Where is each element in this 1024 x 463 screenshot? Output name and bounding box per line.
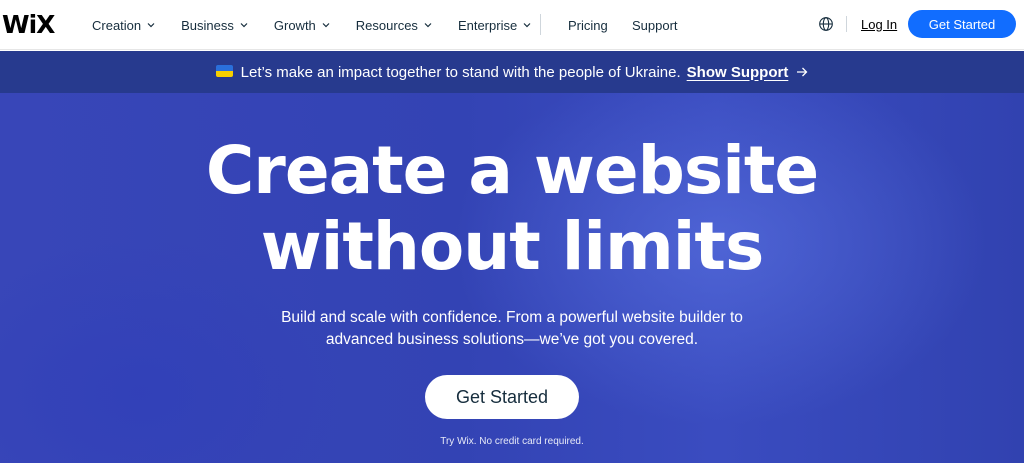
chevron-down-icon: [240, 23, 248, 28]
hero-title-line-2: without limits: [260, 208, 764, 285]
hero-subtitle-line-1: Build and scale with confidence. From a …: [281, 309, 743, 326]
nav-item-enterprise[interactable]: Enterprise: [458, 18, 532, 33]
hero-subtitle-line-2: advanced business solutions—we’ve got yo…: [325, 331, 699, 348]
nav-item-growth[interactable]: Growth: [274, 18, 331, 33]
wix-logo[interactable]: WiX: [2, 10, 55, 39]
top-navigation: WiX Creation Business Growth Resources E…: [0, 0, 1024, 50]
nav-link-support[interactable]: Support: [632, 0, 678, 50]
nav-item-business[interactable]: Business: [181, 18, 249, 33]
login-divider: [846, 16, 847, 32]
login-link[interactable]: Log In: [861, 0, 897, 48]
nav-link-pricing[interactable]: Pricing: [568, 0, 608, 50]
chevron-down-icon: [322, 23, 330, 28]
globe-icon[interactable]: [818, 16, 834, 32]
show-support-link[interactable]: Show Support: [687, 64, 789, 81]
ukraine-flag-icon: [215, 65, 233, 77]
arrow-right-icon[interactable]: [796, 66, 808, 78]
nav-item-label: Growth: [273, 17, 316, 33]
nav-item-creation[interactable]: Creation: [92, 18, 156, 33]
main-menu: Creation Business Growth Resources Enter…: [92, 0, 532, 50]
nav-item-label: Enterprise: [457, 17, 518, 33]
nav-item-label: Creation: [92, 17, 142, 33]
hero-section: Create a website without limits Build an…: [0, 93, 1024, 463]
hero-subtitle: Build and scale with confidence. From a …: [0, 307, 1024, 351]
hero-note: Try Wix. No credit card required.: [440, 436, 584, 447]
banner-text: Let’s make an impact together to stand w…: [240, 63, 681, 81]
hero-title: Create a website without limits: [0, 133, 1024, 285]
chevron-down-icon: [523, 23, 531, 28]
hero-title-line-1: Create a website: [205, 132, 819, 209]
nav-item-label: Business: [181, 17, 234, 33]
header-get-started-button[interactable]: Get Started: [908, 10, 1016, 38]
ukraine-support-banner: Let’s make an impact together to stand w…: [0, 51, 1024, 93]
hero-get-started-button[interactable]: Get Started: [425, 375, 579, 419]
nav-divider: [540, 14, 541, 35]
nav-item-resources[interactable]: Resources: [356, 18, 433, 33]
chevron-down-icon: [424, 23, 432, 28]
chevron-down-icon: [147, 23, 155, 28]
nav-item-label: Resources: [355, 17, 418, 33]
